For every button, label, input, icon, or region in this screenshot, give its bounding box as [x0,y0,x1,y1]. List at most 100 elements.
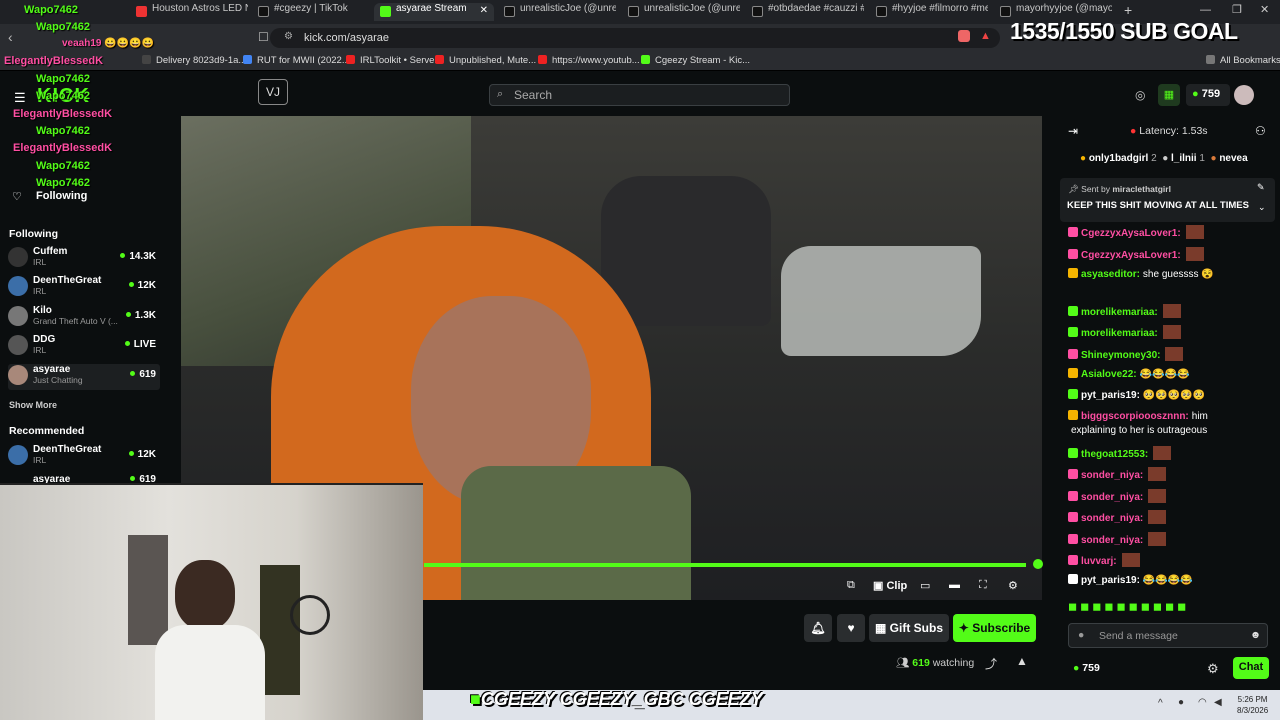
bookmark-item[interactable]: Unpublished, Mute... [435,55,536,66]
captions-icon[interactable]: ▭ [920,579,930,592]
back-icon[interactable]: ‹ [8,29,13,45]
bookmark-item[interactable]: Delivery 8023d9-1a... [142,55,246,66]
chat-username[interactable]: bigggscorpiooosznnn: [1081,411,1189,422]
clip-button[interactable]: ▣ Clip [873,579,907,592]
avatar [8,335,28,355]
emote-icon [1121,553,1140,567]
microphone-icon[interactable]: ● [1178,697,1184,708]
theater-icon[interactable]: ▬ [949,579,960,591]
browser-tab[interactable]: #otbdaedae #cauzzi #fyp [746,3,864,21]
followed-channel[interactable]: Cuffem IRL 14.3K [8,246,160,272]
new-tab-icon[interactable]: + [1124,2,1132,18]
emoji-icon[interactable]: ☻ [1250,629,1261,641]
chat-settings-icon[interactable]: ⚙ [1207,661,1219,677]
user-badge-icon [1068,349,1078,359]
followed-channel[interactable]: Kilo Grand Theft Auto V (... 1.3K [8,305,160,331]
chat-username[interactable]: CgezzyxAysaLover1: [1081,250,1181,261]
bookmark-favicon-icon [142,55,151,64]
emote-icon [1185,247,1204,261]
extension-icon[interactable]: ▲ [980,30,991,42]
close-window-icon[interactable]: ✕ [1260,3,1269,16]
bookmark-item[interactable]: https://www.youtub... [538,55,640,66]
chat-send-button[interactable]: Chat [1233,657,1269,679]
live-dot-icon [128,282,134,287]
tray-chevron-icon[interactable]: ^ [1158,698,1163,709]
chat-username[interactable]: thegoat12553: [1081,449,1148,460]
wifi-icon[interactable]: ◠ [1198,697,1207,708]
close-tab-icon[interactable]: ✕ [480,5,488,16]
show-more-link[interactable]: Show More [9,400,57,410]
chat-username[interactable]: pyt_paris19: [1081,575,1140,586]
followed-channel[interactable]: DDG IRL LIVE [8,334,160,360]
chat-username[interactable]: Shineymoney30: [1081,350,1160,361]
pinned-message[interactable]: 📌︎ Sent by miraclethatgirl KEEP THIS SHI… [1060,178,1275,222]
overlay-chat-line: ElegantlyBlessedK [4,55,104,67]
recommended-channel[interactable]: DeenTheGreat IRL 12K [8,444,160,470]
avatar[interactable] [1234,85,1254,105]
chat-username[interactable]: morelikemariaa: [1081,307,1158,318]
chat-username[interactable]: sonder_niya: [1081,470,1143,481]
unpin-icon[interactable]: ✎ [1257,182,1265,193]
share-icon[interactable]: ⤴ [985,655,997,672]
chat-username[interactable]: sonder_niya: [1081,513,1143,524]
bookmark-item[interactable]: Cgeezy Stream - Kic... [641,55,750,66]
browser-tab[interactable]: Houston Astros LED Neo [130,3,248,21]
progress-handle[interactable] [1033,559,1043,569]
chat-username[interactable]: pyt_paris19: [1081,390,1140,401]
browser-tab[interactable]: #cgeezy | TikTok [252,3,370,21]
browser-tab[interactable]: unrealisticJoe (@unrealist [498,3,616,21]
user-badge-icon [1068,368,1078,378]
bookmark-item[interactable]: RUT for MWII (2022... [243,55,350,66]
browser-tab-active[interactable]: asyarae Stream ✕ [374,3,494,21]
chat-message: pyt_paris19: 😂😂😂😂 [1068,574,1193,586]
theater-mode-icon[interactable]: VJ [258,79,288,105]
chat-message-input[interactable]: ● Send a message ☻ [1068,623,1268,648]
maximize-icon[interactable]: ❐ [1232,3,1242,16]
volume-icon[interactable]: ◀ [1214,697,1222,708]
all-bookmarks[interactable]: All Bookmarks [1206,55,1280,66]
notification-bell-button[interactable]: 🔔︎ [804,614,832,642]
chat-username[interactable]: Asialove22: [1081,369,1137,380]
bookmark-star-icon[interactable]: ☐ [258,30,269,44]
chat-username[interactable]: sonder_niya: [1081,492,1143,503]
following-nav[interactable]: Following [36,190,87,202]
chevron-down-icon[interactable]: ⌄ [1258,202,1266,213]
browser-tab[interactable]: unrealisticJoe (@unrealist [622,3,740,21]
sub-goal-overlay: 1535/1550 SUB GOAL [1010,18,1238,44]
chat-username[interactable]: asyaseditor: [1081,269,1140,280]
gift-subs-button[interactable]: ▦ Gift Subs [869,614,949,642]
browser-tab[interactable]: #hyyjoe #filmorro #melti [870,3,988,21]
taskbar-clock[interactable]: 5:26 PM 8/3/2026 [1237,694,1268,716]
youtube-icon [538,55,547,64]
chat-message: asyaseditor: she guessss 😵 [1068,268,1214,280]
url-input[interactable]: ⚙ kick.com/asyarae [270,28,1000,48]
search-input[interactable]: ⌕ Search [489,84,790,106]
chat-username[interactable]: sonder_niya: [1081,535,1143,546]
pip-icon[interactable]: ⧉ [847,579,855,592]
chat-kicks-balance[interactable]: ● 759 [1073,662,1100,674]
extension-icon[interactable] [958,30,970,42]
chat-username[interactable]: CgezzyxAysaLover1: [1081,228,1181,239]
follow-heart-button[interactable]: ♥ [837,614,865,642]
bookmark-item[interactable]: IRLToolkit • Server [346,55,438,66]
menu-icon[interactable]: ☰ [14,90,26,106]
pin-icon: 📌︎ [1068,184,1079,194]
fullscreen-icon[interactable]: ⛶ [979,579,987,592]
chat-users-icon[interactable]: ⚇ [1255,124,1266,138]
avatar [8,445,28,465]
followed-channel-active[interactable]: asyarae Just Chatting 619 [8,364,160,390]
settings-gear-icon[interactable]: ⚙ [1008,579,1018,592]
subscribe-button[interactable]: ✦ Subscribe [953,614,1036,642]
chat-username[interactable]: luvvarj: [1081,556,1117,567]
chat-message: luvvarj: [1068,553,1140,567]
calendar-icon[interactable]: ▦ [1158,84,1180,106]
cast-icon[interactable]: ◎ [1135,88,1145,102]
collapse-chat-icon[interactable]: ⇥ [1068,124,1078,138]
kicks-balance[interactable]: ● 759 [1186,84,1230,106]
followed-channel[interactable]: DeenTheGreat IRL 12K [8,275,160,301]
minimize-icon[interactable]: — [1200,4,1211,16]
chat-username[interactable]: morelikemariaa: [1081,328,1158,339]
video-progress-bar[interactable] [424,563,1026,567]
report-icon[interactable]: ▲ [1016,654,1028,668]
site-info-icon[interactable]: ⚙ [284,31,293,42]
